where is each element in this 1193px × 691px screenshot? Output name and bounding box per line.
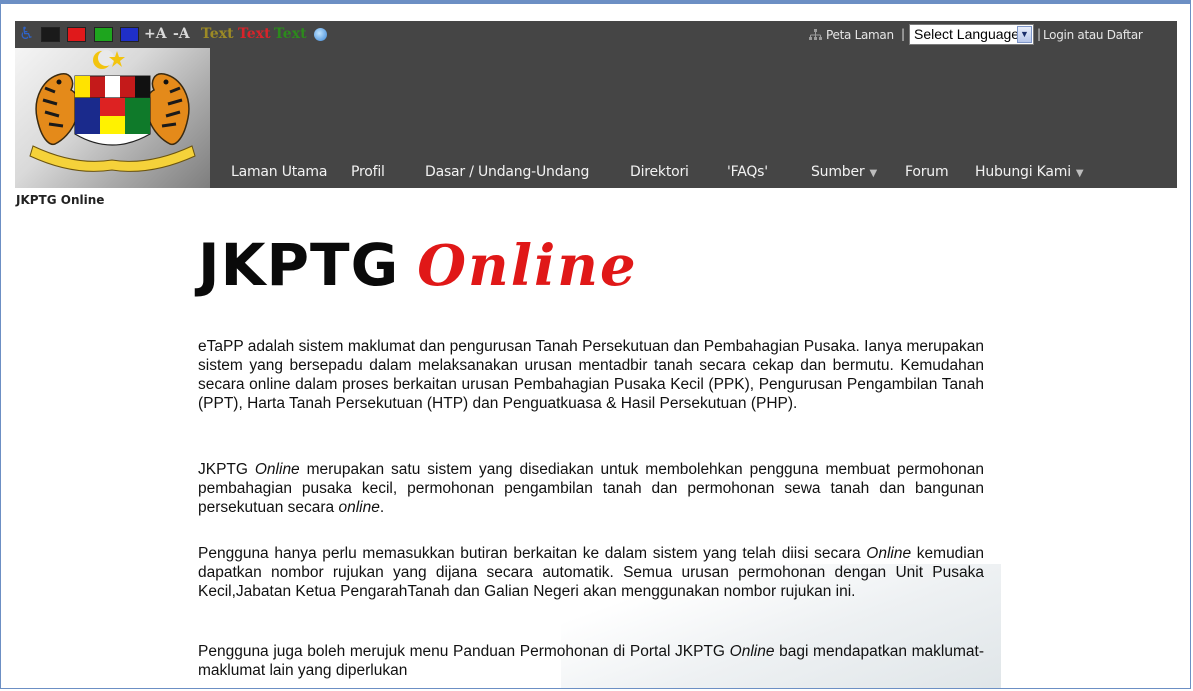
nav-item-label: Profil <box>351 164 385 180</box>
nav-item-laman-utama[interactable]: Laman Utama <box>231 163 327 181</box>
text-color-red-button[interactable]: Text <box>238 26 271 43</box>
site-header: ♿ +A -A Text Text Text Peta Laman | Sele… <box>15 21 1177 188</box>
breadcrumb: JKPTG Online <box>16 193 105 207</box>
login-link[interactable]: Login atau Daftar <box>1043 28 1143 43</box>
text-run-italic: Online <box>254 461 300 478</box>
nav-item-faqs[interactable]: 'FAQs' <box>727 163 768 181</box>
text-run: Pengguna juga boleh merujuk menu Panduan… <box>198 643 730 660</box>
banner-main-text: JKPTG <box>198 231 400 299</box>
sitemap-link[interactable]: Peta Laman <box>826 28 894 43</box>
logo-area <box>15 48 210 188</box>
description-paragraph: JKPTG Online merupakan satu sistem yang … <box>198 460 984 517</box>
language-select-value: Select Language <box>914 26 1020 42</box>
nav-item-label: Sumber <box>811 164 865 180</box>
nav-item-profil[interactable]: Profil <box>351 163 385 181</box>
theme-red-swatch[interactable] <box>67 27 86 42</box>
nav-item-label: Direktori <box>630 164 689 180</box>
chevron-down-icon[interactable]: ▼ <box>1017 26 1032 43</box>
text-run-italic: online <box>338 499 380 516</box>
chevron-down-icon: ▼ <box>1075 168 1084 179</box>
intro-paragraph: eTaPP adalah sistem maklumat dan penguru… <box>198 338 984 412</box>
text-run: . <box>379 499 385 516</box>
theme-blue-swatch[interactable] <box>120 27 139 42</box>
nav-item-label: Hubungi Kami <box>975 164 1071 180</box>
nav-item-label: Laman Utama <box>231 164 328 180</box>
jkptg-online-banner: JKPTG Online <box>198 231 638 299</box>
reset-icon[interactable] <box>314 28 327 41</box>
text-run: Pengguna hanya perlu memasukkan butiran … <box>198 545 867 562</box>
font-decrease-button[interactable]: -A <box>173 26 190 43</box>
nav-item-dasar[interactable]: Dasar / Undang-Undang <box>425 163 589 181</box>
text-run-italic: Online <box>729 643 775 660</box>
instruction-paragraph: Pengguna hanya perlu memasukkan butiran … <box>198 544 984 601</box>
text-run: merupakan satu sistem yang disediakan un… <box>198 461 985 516</box>
sitemap-icon <box>809 29 822 40</box>
banner-accent-text: Online <box>417 233 638 299</box>
separator: | <box>1037 27 1042 41</box>
text-run: JKPTG <box>198 461 255 478</box>
nav-item-sumber[interactable]: Sumber ▼ <box>811 163 877 183</box>
coat-of-arms-logo[interactable] <box>15 48 210 188</box>
nav-item-label: Dasar / Undang-Undang <box>425 164 590 180</box>
text-color-green-button[interactable]: Text <box>274 26 307 43</box>
theme-black-swatch[interactable] <box>41 27 60 42</box>
nav-item-forum[interactable]: Forum <box>905 163 949 181</box>
guide-paragraph: Pengguna juga boleh merujuk menu Panduan… <box>198 642 984 680</box>
accessibility-icon[interactable]: ♿ <box>19 25 35 43</box>
theme-green-swatch[interactable] <box>94 27 113 42</box>
nav-item-label: Forum <box>905 164 949 180</box>
text-color-yellow-button[interactable]: Text <box>201 26 234 43</box>
nav-item-hubungi-kami[interactable]: Hubungi Kami ▼ <box>975 163 1084 183</box>
nav-item-label: 'FAQs' <box>727 164 768 180</box>
chevron-down-icon: ▼ <box>869 168 877 179</box>
separator: | <box>901 27 906 41</box>
language-select[interactable]: Select Language ▼ <box>909 24 1034 45</box>
font-increase-button[interactable]: +A <box>144 26 167 43</box>
accessibility-toolbar: ♿ +A -A Text Text Text Peta Laman | Sele… <box>15 21 1177 48</box>
browser-frame: ♿ +A -A Text Text Text Peta Laman | Sele… <box>0 0 1191 689</box>
text-run-italic: Online <box>866 545 912 562</box>
nav-item-direktori[interactable]: Direktori <box>630 163 689 181</box>
